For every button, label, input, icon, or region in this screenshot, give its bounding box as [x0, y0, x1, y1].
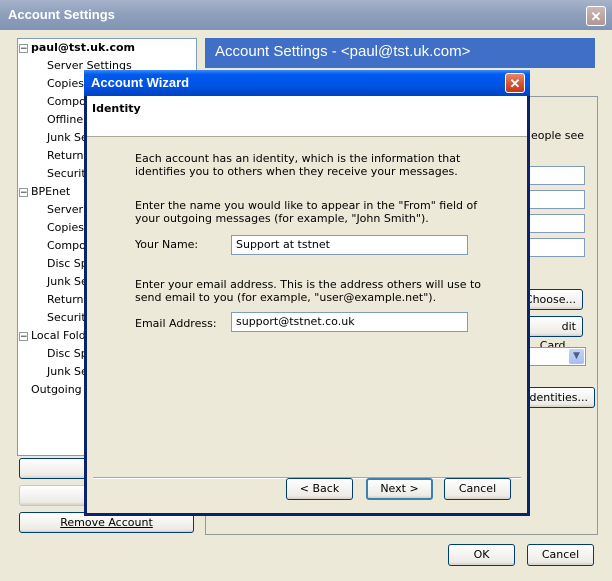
tree-item-label: Outgoing S: [31, 383, 93, 396]
tree-item[interactable]: paul@tst.uk.com: [31, 41, 135, 54]
tree-item-label: Junk Se: [47, 275, 88, 288]
close-icon[interactable]: ✕: [505, 73, 525, 93]
your-name-label: Your Name:: [135, 238, 199, 251]
choose-button[interactable]: Choose...: [523, 289, 583, 310]
wizard-heading: Identity: [92, 102, 141, 115]
window-title: Account Settings: [8, 7, 115, 22]
tree-item[interactable]: Junk Se: [47, 131, 88, 144]
collapse-icon[interactable]: −: [19, 44, 28, 54]
close-icon[interactable]: ✕: [586, 6, 606, 26]
reply-to-field[interactable]: [527, 238, 585, 257]
tree-item[interactable]: Outgoing S: [31, 383, 92, 396]
tree-item-label: paul@tst.uk.com: [31, 41, 136, 54]
smtp-server-select[interactable]: ▼: [527, 347, 586, 366]
chevron-down-icon[interactable]: ▼: [569, 349, 584, 364]
tree-item[interactable]: Return: [47, 149, 84, 162]
email-field[interactable]: [527, 214, 585, 233]
back-button[interactable]: < Back: [286, 478, 353, 500]
your-name-input[interactable]: Support at tstnet: [231, 235, 468, 255]
tree-item-label: Return: [47, 293, 84, 306]
tree-item-label: BPEnet: [31, 185, 71, 198]
ok-button[interactable]: OK: [448, 544, 515, 566]
wizard-title: Account Wizard: [91, 75, 190, 90]
your-name-field[interactable]: [527, 190, 585, 209]
collapse-icon[interactable]: −: [19, 188, 28, 198]
account-settings-window: Account Settings ✕ paul@tst.uk.com − Serve…: [0, 0, 612, 581]
wizard-cancel-button[interactable]: Cancel: [444, 478, 511, 500]
account-name-field[interactable]: [527, 166, 585, 185]
wizard-header: Identity: [87, 96, 527, 137]
wizard-title-bar: Account Wizard ✕: [84, 70, 530, 96]
collapse-icon[interactable]: −: [19, 332, 28, 342]
email-address-input[interactable]: support@tstnet.co.uk: [231, 312, 468, 332]
tree-item[interactable]: BPEnet: [31, 185, 70, 198]
cancel-button[interactable]: Cancel: [527, 544, 594, 566]
tree-item-label: Junk Se: [47, 365, 88, 378]
panel-header-title: Account Settings - <paul@tst.uk.com>: [215, 43, 471, 60]
tree-item[interactable]: Junk Se: [47, 275, 88, 288]
edit-card-button[interactable]: dit Card...: [523, 316, 583, 352]
email-address-label: Email Address:: [135, 317, 217, 330]
tree-item-label: Junk Se: [47, 131, 88, 144]
tree-item[interactable]: Junk Se: [47, 365, 88, 378]
manage-identities-button[interactable]: Identities...: [523, 387, 595, 408]
wizard-body: Identity Each account has an identity, w…: [87, 96, 527, 513]
next-button[interactable]: Next >: [366, 478, 433, 500]
panel-header: Account Settings - <paul@tst.uk.com>: [205, 38, 595, 68]
email-help-text: Enter your email address. This is the ad…: [135, 278, 482, 304]
name-help-text: Enter the name you would like to appear …: [135, 199, 478, 225]
tree-item-label: Return: [47, 149, 84, 162]
title-bar: Account Settings ✕: [0, 0, 612, 30]
account-wizard-dialog: Account Wizard ✕ Identity Each account h…: [84, 70, 530, 516]
partial-description: eople see: [531, 129, 585, 142]
tree-item[interactable]: Return: [47, 293, 84, 306]
identity-intro: Each account has an identity, which is t…: [135, 152, 461, 178]
